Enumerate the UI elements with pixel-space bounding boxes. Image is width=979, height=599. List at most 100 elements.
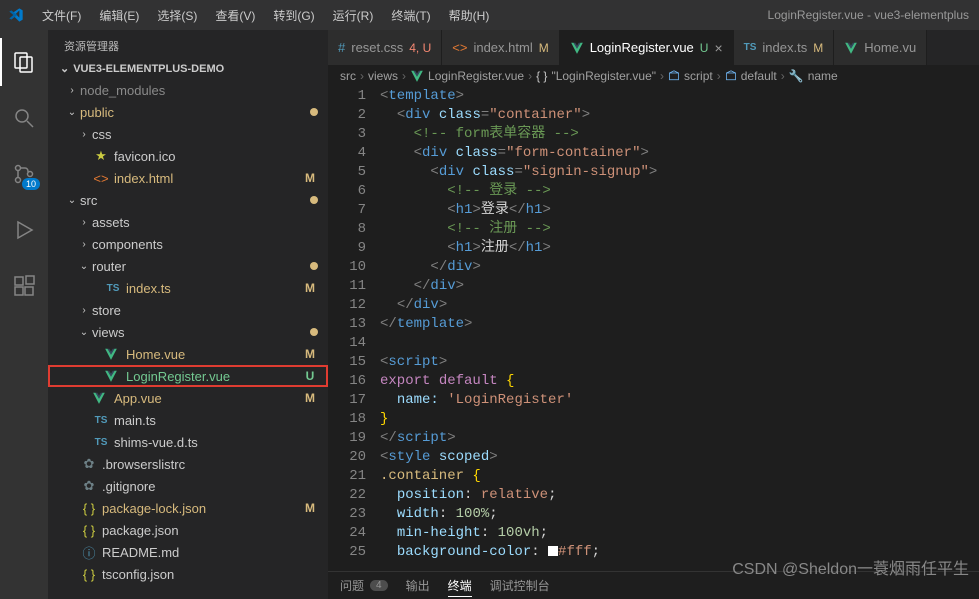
- breadcrumb-item[interactable]: 🔧name: [789, 69, 838, 83]
- item-label: package-lock.json: [102, 501, 302, 516]
- item-label: components: [92, 237, 318, 252]
- menu-item[interactable]: 文件(F): [34, 3, 89, 28]
- property-icon: 🔧: [789, 69, 804, 83]
- modified-dot-icon: [310, 262, 318, 270]
- folder-item[interactable]: ›css: [48, 123, 328, 145]
- editor-tab[interactable]: LoginRegister.vueU×: [560, 30, 734, 65]
- file-item[interactable]: LoginRegister.vueU: [48, 365, 328, 387]
- vue-icon: [844, 41, 858, 55]
- vue-icon: [92, 391, 110, 405]
- file-item[interactable]: ⓘREADME.md: [48, 541, 328, 563]
- activity-bar: 10: [0, 30, 48, 599]
- folder-item[interactable]: ›node_modules: [48, 79, 328, 101]
- menu-item[interactable]: 终端(T): [383, 3, 438, 28]
- item-label: favicon.ico: [114, 149, 318, 164]
- chevron-icon: ›: [64, 85, 80, 96]
- item-label: .gitignore: [102, 479, 318, 494]
- item-label: .browserslistrc: [102, 457, 318, 472]
- chevron-right-icon: ›: [360, 69, 364, 83]
- file-item[interactable]: App.vueM: [48, 387, 328, 409]
- breadcrumb-item[interactable]: { }"LoginRegister.vue": [536, 69, 656, 83]
- file-item[interactable]: TSindex.tsM: [48, 277, 328, 299]
- search-activity-icon[interactable]: [0, 94, 48, 142]
- breadcrumb-item[interactable]: LoginRegister.vue: [410, 69, 524, 83]
- scm-activity-icon[interactable]: 10: [0, 150, 48, 198]
- tab-status: 4, U: [409, 41, 431, 55]
- menu-item[interactable]: 运行(R): [325, 3, 382, 28]
- item-label: css: [92, 127, 318, 142]
- tab-label: LoginRegister.vue: [590, 40, 694, 55]
- file-item[interactable]: TSmain.ts: [48, 409, 328, 431]
- menu-item[interactable]: 选择(S): [149, 3, 205, 28]
- vue-icon: [104, 347, 122, 361]
- file-item[interactable]: { } package.json: [48, 519, 328, 541]
- explorer-activity-icon[interactable]: [0, 38, 48, 86]
- chevron-right-icon: ›: [781, 69, 785, 83]
- item-label: package.json: [102, 523, 318, 538]
- chevron-right-icon: ›: [717, 69, 721, 83]
- code-content[interactable]: <template> <div class="container"> <!-- …: [380, 87, 979, 571]
- sidebar-header[interactable]: ⌄VUE3-ELEMENTPLUS-DEMO: [48, 58, 328, 79]
- folder-item[interactable]: ⌄router: [48, 255, 328, 277]
- editor-tab[interactable]: <>index.htmlM: [442, 30, 559, 65]
- terminal-tab[interactable]: 终端: [448, 577, 472, 597]
- debug-console-tab[interactable]: 调试控制台: [490, 577, 550, 594]
- folder-item[interactable]: ⌄views: [48, 321, 328, 343]
- menu-item[interactable]: 帮助(H): [441, 3, 498, 28]
- code-editor[interactable]: 1234567891011121314151617181920212223242…: [328, 87, 979, 571]
- typescript-icon: TS: [104, 283, 122, 294]
- editor-tab[interactable]: TSindex.tsM: [734, 30, 835, 65]
- css-icon: #: [338, 40, 345, 55]
- folder-item[interactable]: ›assets: [48, 211, 328, 233]
- folder-item[interactable]: ›store: [48, 299, 328, 321]
- file-item[interactable]: TS shims-vue.d.ts: [48, 431, 328, 453]
- file-item[interactable]: { }package-lock.jsonM: [48, 497, 328, 519]
- breadcrumb[interactable]: src › views › LoginRegister.vue › { }"LoginReg…: [328, 65, 979, 87]
- title-bar: 文件(F)编辑(E)选择(S)查看(V)转到(G)运行(R)终端(T)帮助(H)…: [0, 0, 979, 30]
- file-item[interactable]: Home.vueM: [48, 343, 328, 365]
- problems-tab[interactable]: 问题4: [340, 577, 388, 594]
- breadcrumb-item[interactable]: script: [668, 69, 713, 83]
- window-title: LoginRegister.vue - vue3-elementplus: [768, 8, 979, 22]
- item-label: src: [80, 193, 310, 208]
- problems-count: 4: [370, 580, 388, 591]
- tab-status: M: [813, 41, 823, 55]
- favicon-icon: ★: [92, 148, 110, 164]
- file-item[interactable]: ★ favicon.ico: [48, 145, 328, 167]
- folder-item[interactable]: ⌄public: [48, 101, 328, 123]
- menu-item[interactable]: 编辑(E): [91, 3, 147, 28]
- breadcrumb-item[interactable]: views: [368, 69, 398, 83]
- item-label: main.ts: [114, 413, 318, 428]
- folder-item[interactable]: ›components: [48, 233, 328, 255]
- chevron-icon: ⌄: [76, 327, 92, 338]
- json-icon: { }: [80, 523, 98, 538]
- folder-item[interactable]: ⌄src: [48, 189, 328, 211]
- typescript-icon: TS: [92, 437, 110, 448]
- sidebar-title: 资源管理器: [48, 30, 328, 58]
- breadcrumb-item[interactable]: src: [340, 69, 356, 83]
- file-item[interactable]: ✿.browserslistrc: [48, 453, 328, 475]
- close-icon[interactable]: ×: [714, 40, 722, 56]
- menu-item[interactable]: 查看(V): [207, 3, 263, 28]
- item-label: public: [80, 105, 310, 120]
- item-label: assets: [92, 215, 318, 230]
- scm-badge: 10: [22, 178, 40, 190]
- file-item[interactable]: <>index.htmlM: [48, 167, 328, 189]
- output-tab[interactable]: 输出: [406, 577, 430, 594]
- file-item[interactable]: ✿.gitignore: [48, 475, 328, 497]
- git-status: M: [302, 501, 318, 515]
- file-item[interactable]: { }tsconfig.json: [48, 563, 328, 585]
- item-label: node_modules: [80, 83, 318, 98]
- git-status: M: [302, 347, 318, 361]
- breadcrumb-item[interactable]: default: [725, 69, 777, 83]
- editor-tab[interactable]: Home.vu: [834, 30, 927, 65]
- run-activity-icon[interactable]: [0, 206, 48, 254]
- item-label: index.ts: [126, 281, 302, 296]
- menu-item[interactable]: 转到(G): [265, 3, 322, 28]
- item-label: shims-vue.d.ts: [114, 435, 318, 450]
- readme-icon: ⓘ: [80, 543, 98, 562]
- extensions-activity-icon[interactable]: [0, 262, 48, 310]
- chevron-icon: ›: [76, 129, 92, 140]
- item-label: index.html: [114, 171, 302, 186]
- editor-tab[interactable]: #reset.css4, U: [328, 30, 442, 65]
